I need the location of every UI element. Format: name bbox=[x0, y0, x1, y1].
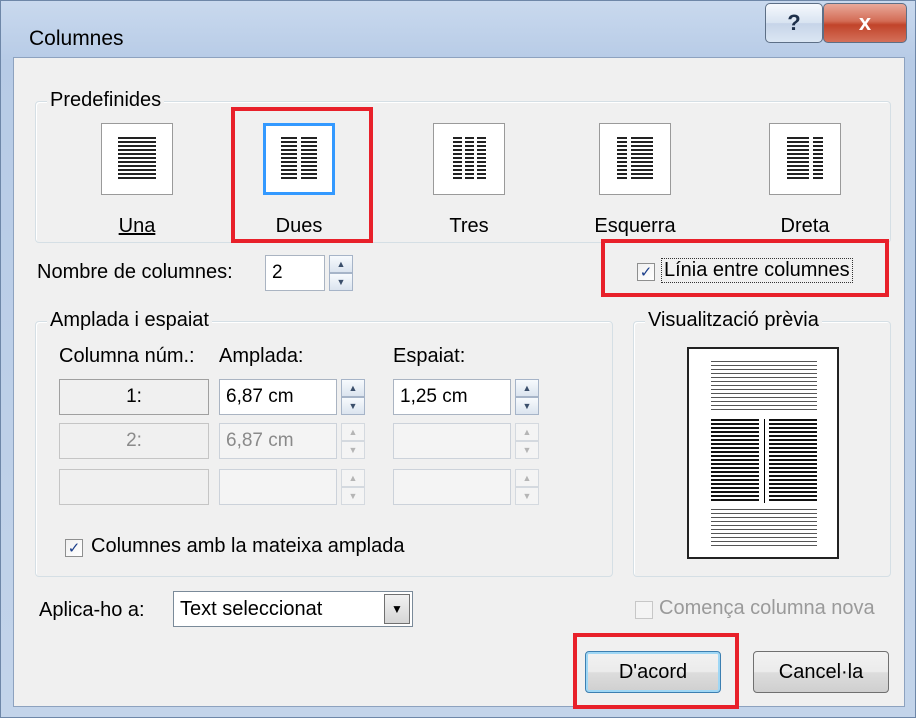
num-columns-label: Nombre de columnes: bbox=[37, 261, 233, 283]
preset-right-button[interactable] bbox=[769, 123, 841, 195]
column-2-width-input[interactable]: 6,87 cm bbox=[219, 423, 337, 459]
column-1-width-input[interactable]: 6,87 cm bbox=[219, 379, 337, 415]
column-2-spacing-input[interactable] bbox=[393, 423, 511, 459]
column-number-2: 2: bbox=[59, 423, 209, 459]
preset-one-label: Una bbox=[118, 215, 156, 237]
close-button[interactable]: x bbox=[823, 3, 907, 43]
column-3-spacing-input[interactable] bbox=[393, 469, 511, 505]
column-1-width-spinner[interactable]: ▲ ▼ bbox=[341, 379, 365, 415]
three-columns-icon bbox=[452, 137, 486, 181]
preview-group-label: Visualització prèvia bbox=[645, 309, 822, 332]
column-3-width-spinner[interactable]: ▲ ▼ bbox=[341, 469, 365, 505]
new-column-checkbox[interactable] bbox=[635, 601, 653, 619]
column-number-1: 1: bbox=[59, 379, 209, 415]
apply-to-label: Aplica-ho a: bbox=[39, 599, 145, 621]
width-header: Amplada: bbox=[219, 345, 304, 367]
highlight-box-line-between bbox=[601, 239, 889, 297]
equal-width-checkbox[interactable]: ✓ bbox=[65, 539, 83, 557]
preset-right-label: Dreta bbox=[780, 215, 830, 237]
column-1-spacing-spinner[interactable]: ▲ ▼ bbox=[515, 379, 539, 415]
preset-three-button[interactable] bbox=[433, 123, 505, 195]
apply-to-value: Text seleccionat bbox=[180, 597, 323, 620]
num-columns-input[interactable]: 2 bbox=[265, 255, 325, 291]
column-1-spacing-input[interactable]: 1,25 cm bbox=[393, 379, 511, 415]
right-column-icon bbox=[787, 137, 823, 181]
preset-left-button[interactable] bbox=[599, 123, 671, 195]
one-column-icon bbox=[118, 137, 156, 181]
preset-three-label: Tres bbox=[449, 215, 489, 237]
highlight-box-two-columns bbox=[231, 107, 373, 243]
preview-column-left bbox=[711, 419, 759, 503]
apply-to-select[interactable]: Text seleccionat ▼ bbox=[173, 591, 413, 627]
column-3-spacing-spinner[interactable]: ▲ ▼ bbox=[515, 469, 539, 505]
column-2-spacing-spinner[interactable]: ▲ ▼ bbox=[515, 423, 539, 459]
num-columns-spinner[interactable]: ▲ ▼ bbox=[329, 255, 353, 291]
column-2-width-spinner[interactable]: ▲ ▼ bbox=[341, 423, 365, 459]
preview-column-divider bbox=[764, 419, 765, 503]
preview-text-top bbox=[711, 361, 817, 411]
dialog-window: Columnes ? x Predefinides Una Dues Tres … bbox=[0, 0, 916, 718]
close-icon: x bbox=[858, 10, 872, 35]
highlight-box-ok bbox=[573, 633, 739, 709]
title-bar[interactable]: Columnes ? x bbox=[1, 1, 916, 57]
preset-left-label: Esquerra bbox=[594, 215, 676, 237]
chevron-down-icon[interactable]: ▼ bbox=[384, 594, 410, 624]
spacing-header: Espaiat: bbox=[393, 345, 466, 367]
preset-one-button[interactable] bbox=[101, 123, 173, 195]
presets-group-label: Predefinides bbox=[47, 89, 165, 112]
equal-width-label[interactable]: Columnes amb la mateixa amplada bbox=[91, 535, 405, 558]
window-title: Columnes bbox=[29, 27, 124, 50]
column-3-width-input[interactable] bbox=[219, 469, 337, 505]
column-number-3 bbox=[59, 469, 209, 505]
help-button[interactable]: ? bbox=[765, 3, 823, 43]
width-spacing-group-label: Amplada i espaiat bbox=[47, 309, 212, 332]
preview-text-bottom bbox=[711, 509, 817, 549]
new-column-label[interactable]: Comença columna nova bbox=[659, 597, 875, 620]
preview-page bbox=[687, 347, 839, 559]
column-number-header: Columna núm.: bbox=[59, 345, 195, 367]
preview-column-right bbox=[769, 419, 817, 503]
cancel-button[interactable]: Cancel·la bbox=[753, 651, 889, 693]
left-column-icon bbox=[617, 137, 653, 181]
